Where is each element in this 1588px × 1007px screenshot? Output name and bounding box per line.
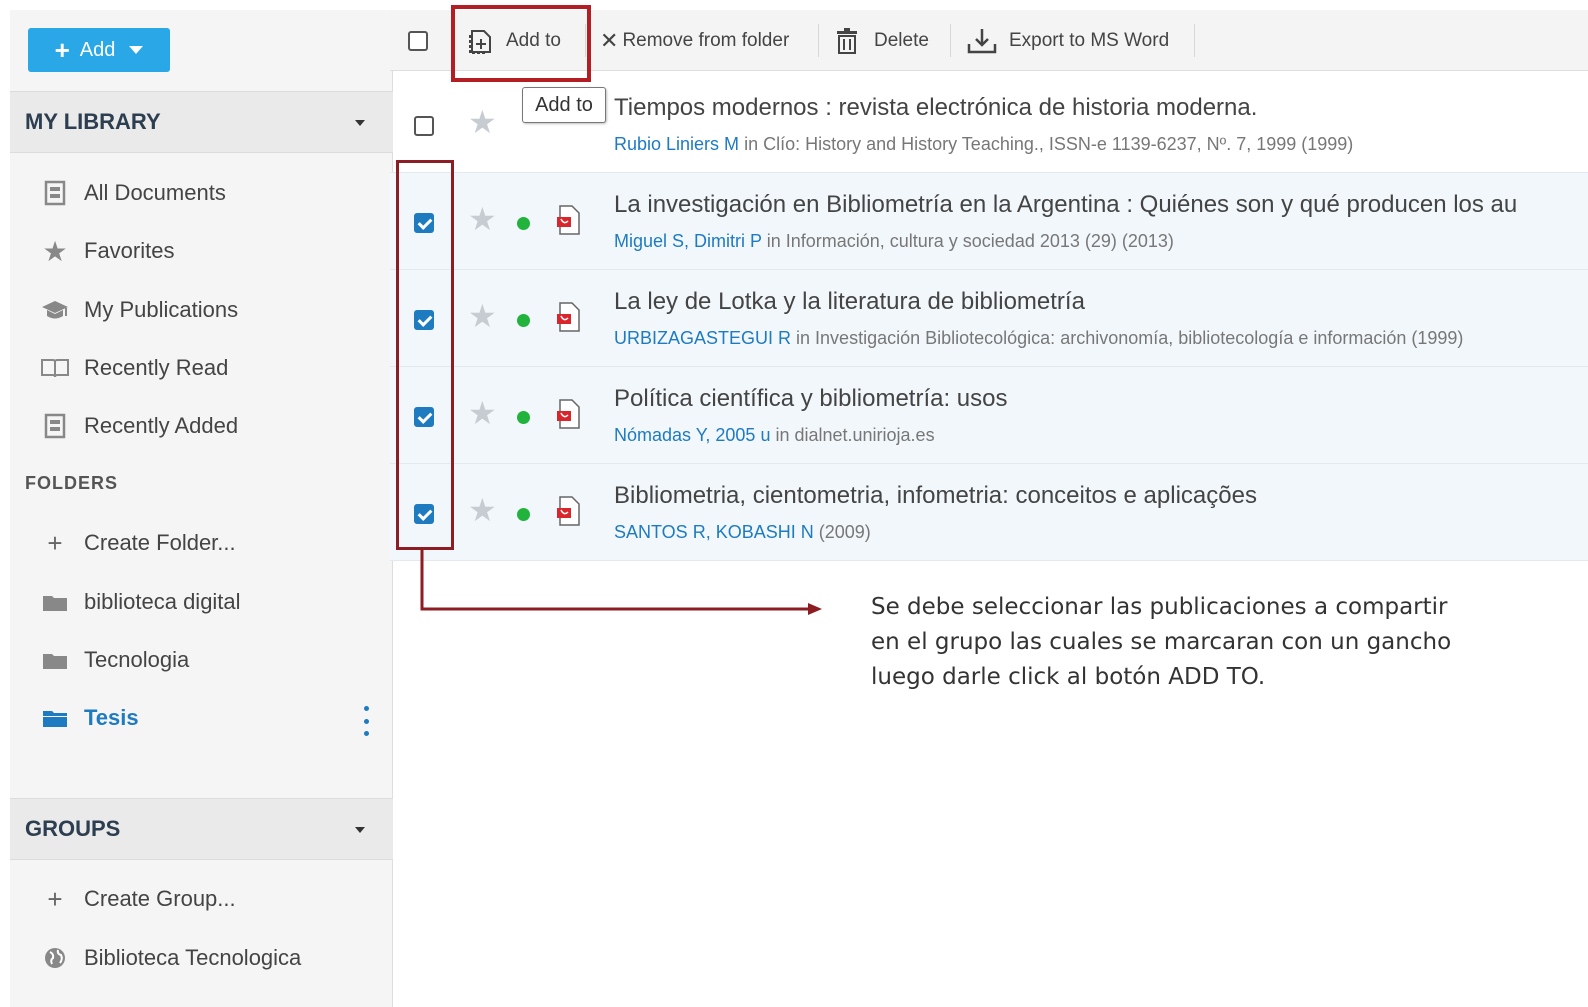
annotation-line: en el grupo las cuales se marcaran con u… <box>871 629 1452 655</box>
annotation-arrow <box>420 550 822 615</box>
annotation-line: Se debe seleccionar las publicaciones a … <box>871 594 1448 620</box>
annotation-line: luego darle click al botón ADD TO. <box>871 664 1266 690</box>
annotation-note: Se debe seleccionar las publicaciones a … <box>871 590 1491 695</box>
app-root: + Add MY LIBRARY All Documents ★ Favorit… <box>0 0 1588 1007</box>
